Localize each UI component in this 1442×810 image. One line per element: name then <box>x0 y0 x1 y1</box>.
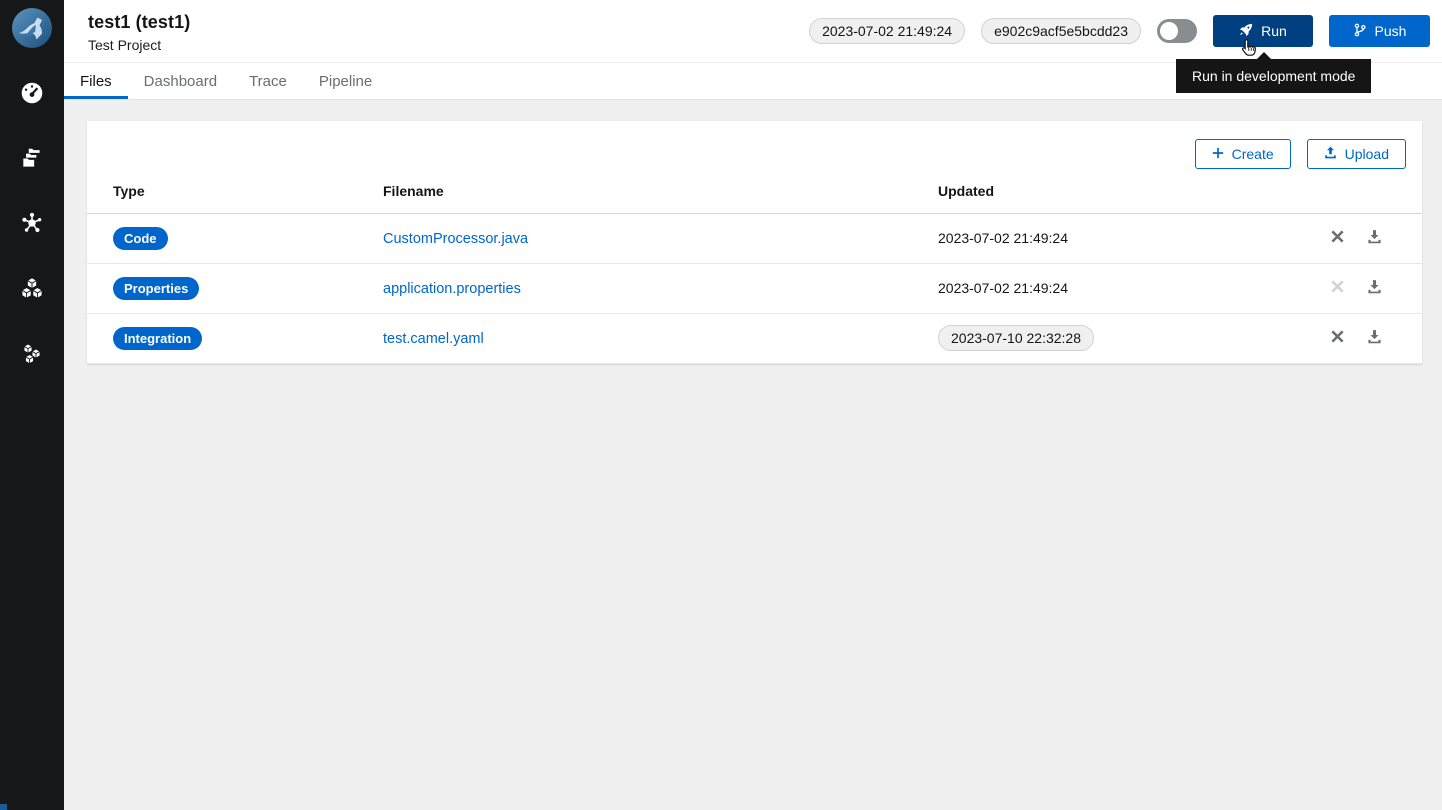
tab-dashboard[interactable]: Dashboard <box>128 63 233 99</box>
dev-mode-toggle[interactable] <box>1157 19 1197 43</box>
tab-trace[interactable]: Trace <box>233 63 303 99</box>
download-file-button[interactable] <box>1365 277 1384 299</box>
download-file-button[interactable] <box>1365 327 1384 349</box>
run-tooltip: Run in development mode <box>1176 59 1371 93</box>
plus-icon <box>1212 146 1224 162</box>
gauge-icon <box>19 80 45 106</box>
files-card: Create Upload Type <box>87 121 1422 364</box>
sidebar <box>0 0 64 810</box>
file-type-badge: Properties <box>113 277 199 300</box>
tab-pipeline[interactable]: Pipeline <box>303 63 388 99</box>
upload-icon <box>1324 146 1337 162</box>
page-title: test1 (test1) <box>88 11 190 34</box>
hub-icon <box>19 210 45 236</box>
cubes-cluster-icon <box>20 341 44 365</box>
close-icon <box>1330 232 1345 247</box>
bottom-corner-fragment <box>0 804 7 810</box>
delete-file-button <box>1328 277 1347 299</box>
folders-icon <box>19 145 45 171</box>
updated-timestamp: 2023-07-02 21:49:24 <box>938 230 1068 246</box>
tab-files[interactable]: Files <box>64 63 128 99</box>
sidebar-item-containers[interactable] <box>18 339 46 367</box>
table-row: Code CustomProcessor.java 2023-07-02 21:… <box>87 213 1422 263</box>
sidebar-item-dashboard[interactable] <box>18 79 46 107</box>
code-branch-icon <box>1353 23 1367 40</box>
download-icon <box>1367 282 1382 297</box>
sidebar-item-services[interactable] <box>18 274 46 302</box>
download-icon <box>1367 332 1382 347</box>
rocket-icon <box>1239 23 1253 40</box>
last-update-badge: 2023-07-02 21:49:24 <box>809 18 965 44</box>
filename-link[interactable]: application.properties <box>383 281 521 297</box>
commit-hash-badge: e902c9acf5e5bcdd23 <box>981 18 1141 44</box>
files-table: Type Filename Updated Code CustomProcess… <box>87 169 1422 364</box>
delete-file-button[interactable] <box>1328 327 1347 349</box>
table-row: Integration test.camel.yaml 2023-07-10 2… <box>87 313 1422 363</box>
download-file-button[interactable] <box>1365 227 1384 249</box>
close-icon <box>1330 282 1345 297</box>
delete-file-button[interactable] <box>1328 227 1347 249</box>
upload-file-button[interactable]: Upload <box>1307 139 1406 169</box>
page-header: test1 (test1) Test Project 2023-07-02 21… <box>64 0 1442 63</box>
column-header-type: Type <box>87 169 371 213</box>
push-button[interactable]: Push <box>1329 15 1430 47</box>
sidebar-nav <box>18 79 46 367</box>
close-icon <box>1330 332 1345 347</box>
create-file-button[interactable]: Create <box>1195 139 1291 169</box>
sidebar-item-resources[interactable] <box>18 209 46 237</box>
updated-timestamp: 2023-07-10 22:32:28 <box>938 325 1094 351</box>
toggle-knob <box>1160 22 1178 40</box>
column-header-updated: Updated <box>926 169 1272 213</box>
table-header-row: Type Filename Updated <box>87 169 1422 213</box>
filename-link[interactable]: test.camel.yaml <box>383 331 484 347</box>
filename-link[interactable]: CustomProcessor.java <box>383 231 528 247</box>
karavan-camel-logo[interactable] <box>10 6 54 50</box>
updated-timestamp: 2023-07-02 21:49:24 <box>938 280 1068 296</box>
table-row: Properties application.properties 2023-0… <box>87 263 1422 313</box>
sidebar-item-projects[interactable] <box>18 144 46 172</box>
column-header-filename: Filename <box>371 169 926 213</box>
page-subtitle: Test Project <box>88 37 190 53</box>
file-type-badge: Integration <box>113 327 202 350</box>
cubes-icon <box>19 275 45 301</box>
download-icon <box>1367 232 1382 247</box>
file-type-badge: Code <box>113 227 168 250</box>
run-button[interactable]: Run <box>1213 15 1313 47</box>
